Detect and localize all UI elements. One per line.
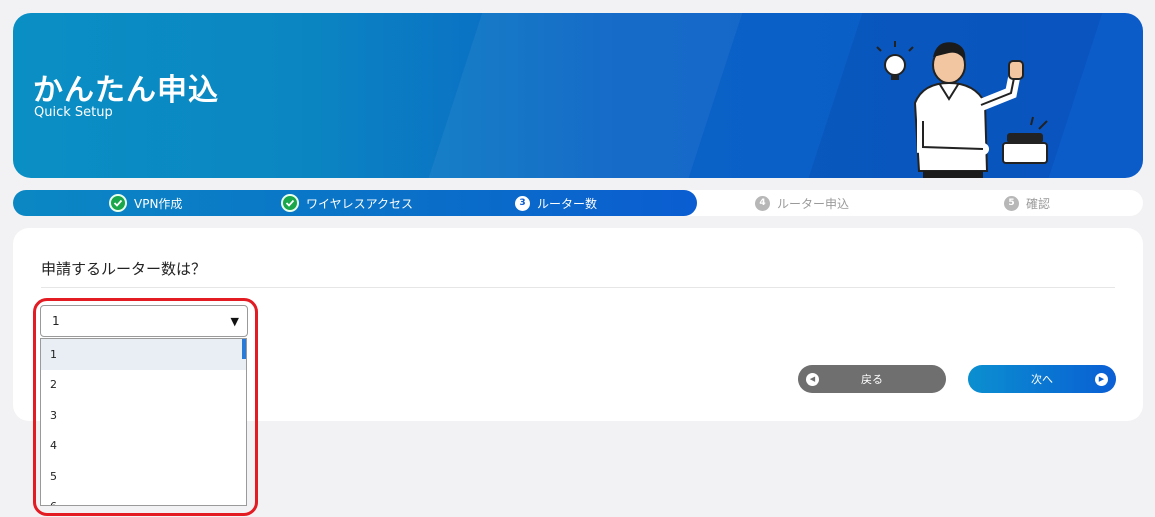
next-button[interactable]: 次へ ▶ (968, 365, 1116, 393)
step-router-apply: 4 ルーター申込 (755, 190, 849, 216)
highlight-annotation (33, 298, 258, 516)
step-vpn: VPN作成 (109, 190, 182, 216)
next-arrow-icon: ▶ (1095, 372, 1108, 386)
step-number: 3 (515, 195, 530, 211)
divider (41, 287, 1115, 288)
step-label: 確認 (1026, 196, 1051, 211)
check-icon (109, 194, 127, 212)
step-number: 5 (1004, 195, 1019, 211)
step-number: 4 (755, 195, 770, 211)
next-button-label: 次へ (1031, 373, 1053, 386)
banner-decoration (410, 13, 756, 178)
check-icon (281, 194, 299, 212)
page-subtitle: Quick Setup (34, 105, 113, 120)
back-arrow-icon: ◀ (806, 372, 819, 386)
step-router-count: 3 ルーター数 (515, 190, 597, 216)
page-title: かんたん申込 (33, 73, 219, 108)
back-button-label: 戻る (861, 373, 883, 386)
step-wireless-access: ワイヤレスアクセス (281, 190, 413, 216)
step-label: VPN作成 (134, 196, 183, 211)
back-button[interactable]: ◀ 戻る (798, 365, 946, 393)
progress-stepper: VPN作成 ワイヤレスアクセス 3 ルーター数 4 ルーター申込 5 確認 (13, 190, 1143, 216)
step-confirm: 5 確認 (1004, 190, 1050, 216)
step-label: ルーター数 (537, 196, 598, 211)
step-label: ワイヤレスアクセス (306, 196, 414, 211)
person-illustration (876, 41, 1048, 178)
question-label: 申請するルーター数は？ (41, 260, 207, 278)
header-banner: かんたん申込 Quick Setup (13, 13, 1143, 178)
step-label: ルーター申込 (777, 196, 850, 211)
